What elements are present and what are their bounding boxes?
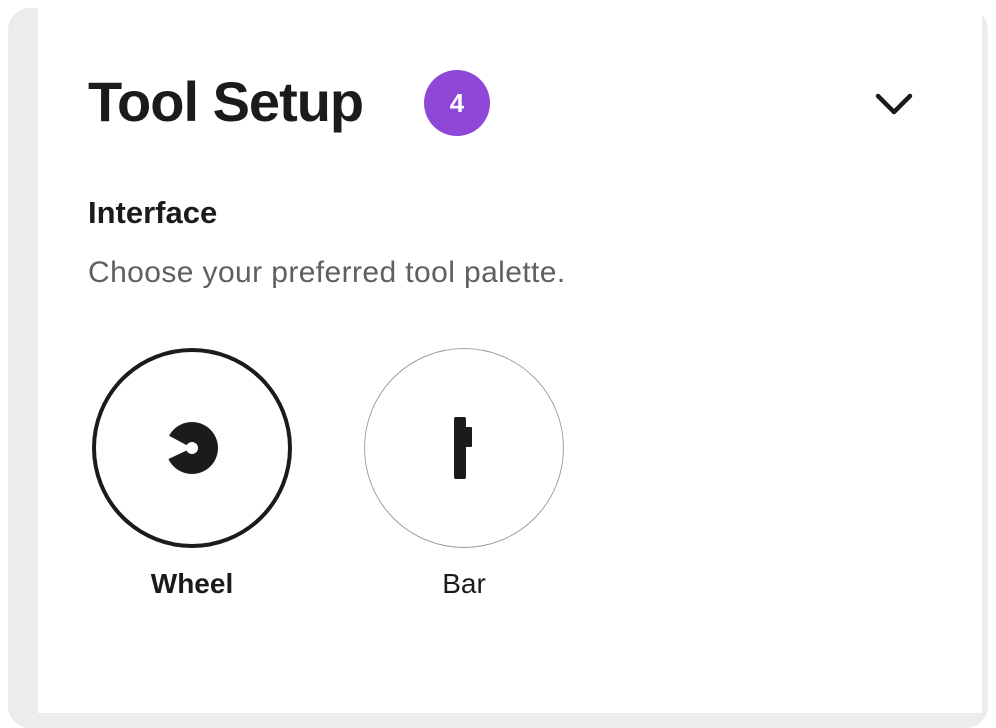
bar-icon [454, 417, 472, 479]
tool-setup-panel: Tool Setup 4 Interface Choose your prefe… [38, 8, 982, 713]
count-badge: 4 [424, 70, 490, 136]
panel-title: Tool Setup [88, 70, 364, 133]
screen: Tool Setup 4 Interface Choose your prefe… [0, 0, 996, 728]
section-description: Choose your preferred tool palette. [88, 256, 566, 289]
bar-option-label: Bar [442, 568, 486, 599]
collapse-button[interactable] [870, 80, 918, 128]
badge-count-label: 4 [449, 87, 465, 118]
palette-option-wheel[interactable]: Wheel [92, 348, 296, 599]
wheel-option-label: Wheel [150, 568, 234, 599]
palette-option-bar[interactable]: Bar [364, 348, 568, 599]
wheel-option-circle[interactable] [92, 348, 292, 548]
section-label: Interface [88, 195, 218, 230]
wheel-icon [162, 422, 218, 474]
chevron-down-icon [875, 93, 913, 115]
bar-option-circle[interactable] [364, 348, 564, 548]
